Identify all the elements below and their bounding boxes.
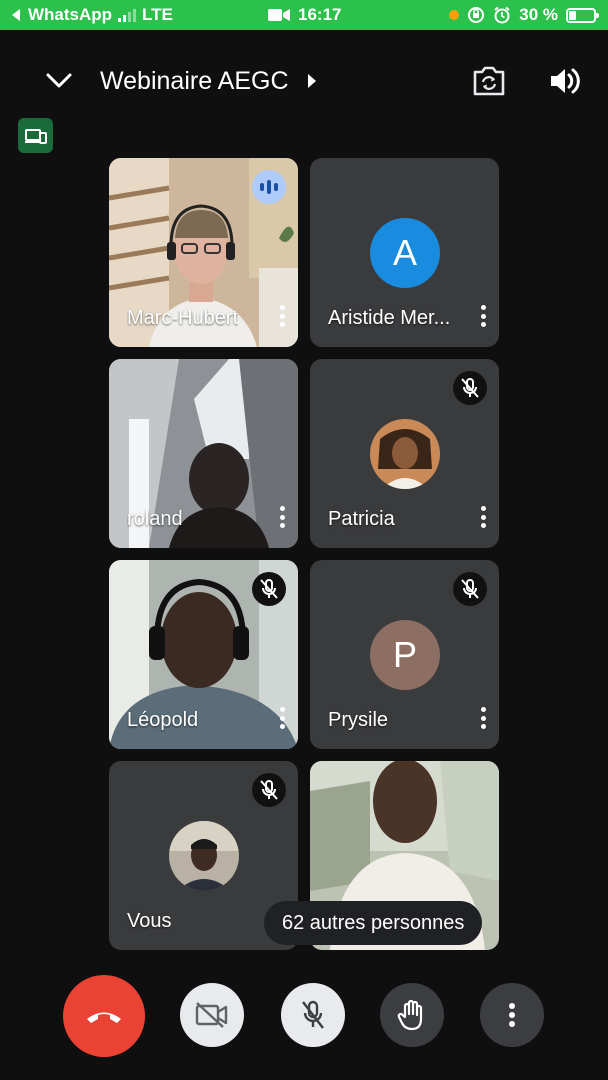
raise-hand-button[interactable]	[380, 983, 444, 1047]
switch-camera-button[interactable]	[470, 64, 508, 103]
participant-name: Vous	[127, 910, 172, 932]
participant-name: roland	[127, 508, 183, 530]
mic-off-icon	[252, 773, 286, 807]
avatar: P	[370, 620, 440, 690]
back-to-app[interactable]: WhatsApp LTE	[10, 5, 173, 25]
alarm-icon	[494, 6, 510, 24]
meeting-header: Webinaire AEGC	[0, 52, 608, 112]
network-label: LTE	[142, 5, 173, 24]
privacy-dot-icon	[449, 10, 460, 20]
microphone-toggle-button[interactable]	[281, 983, 345, 1047]
battery-percent: 30 %	[519, 5, 558, 24]
more-options-icon[interactable]	[276, 504, 288, 530]
camera-off-icon	[195, 1002, 228, 1028]
speaking-indicator-icon	[252, 170, 286, 204]
more-options-icon[interactable]	[477, 504, 489, 530]
participant-tile[interactable]: Marc-Hubert	[109, 158, 298, 347]
participant-name: Léopold	[127, 709, 199, 731]
more-vert-icon	[509, 1003, 515, 1027]
participant-name: Marc-Hubert	[127, 307, 239, 329]
raise-hand-icon	[397, 999, 423, 1031]
call-controls	[0, 970, 608, 1060]
hang-up-button[interactable]	[63, 975, 145, 1057]
signal-icon	[118, 8, 137, 22]
speaker-icon	[551, 68, 580, 94]
collapse-button[interactable]	[42, 64, 76, 98]
camera-toggle-button[interactable]	[180, 983, 244, 1047]
clock: 16:17	[298, 5, 342, 24]
more-options-icon[interactable]	[276, 303, 288, 329]
audio-output-button[interactable]	[548, 64, 582, 103]
participant-name: Aristide Mer...	[328, 307, 451, 329]
participant-name: Patricia	[328, 508, 395, 530]
avatar	[169, 821, 239, 891]
battery-icon	[566, 7, 599, 23]
meeting-title[interactable]: Webinaire AEGC	[100, 67, 289, 96]
mic-off-icon	[453, 371, 487, 405]
switch-camera-icon	[473, 66, 505, 96]
hang-up-icon	[87, 1012, 121, 1023]
meeting-details-button[interactable]	[306, 72, 318, 95]
avatar	[370, 419, 440, 489]
more-options-icon[interactable]	[477, 705, 489, 731]
participant-tile[interactable]: Patricia	[310, 359, 499, 548]
participant-tile[interactable]: A Aristide Mer...	[310, 158, 499, 347]
mic-off-icon	[252, 572, 286, 606]
mic-off-icon	[302, 1000, 324, 1029]
chevron-down-icon	[46, 73, 72, 88]
rotation-lock-icon	[468, 7, 485, 23]
device-cast-button[interactable]	[18, 118, 53, 153]
devices-icon	[24, 128, 47, 144]
more-options-icon[interactable]	[276, 705, 288, 731]
avatar: A	[370, 218, 440, 288]
other-participants-button[interactable]: 62 autres personnes	[264, 901, 483, 945]
caret-right-icon	[308, 74, 316, 88]
mic-off-icon	[453, 572, 487, 606]
video-call-icon	[268, 9, 290, 21]
back-app-label: WhatsApp	[28, 5, 113, 24]
participant-name: Prysile	[328, 709, 389, 731]
participant-tile[interactable]: roland	[109, 359, 298, 548]
more-options-button[interactable]	[480, 983, 544, 1047]
participant-tile[interactable]: P Prysile	[310, 560, 499, 749]
participant-tile[interactable]: Léopold	[109, 560, 298, 749]
back-arrow-icon	[12, 9, 20, 21]
more-options-icon[interactable]	[477, 303, 489, 329]
status-bar: WhatsApp LTE 16:17 30 %	[0, 0, 608, 30]
